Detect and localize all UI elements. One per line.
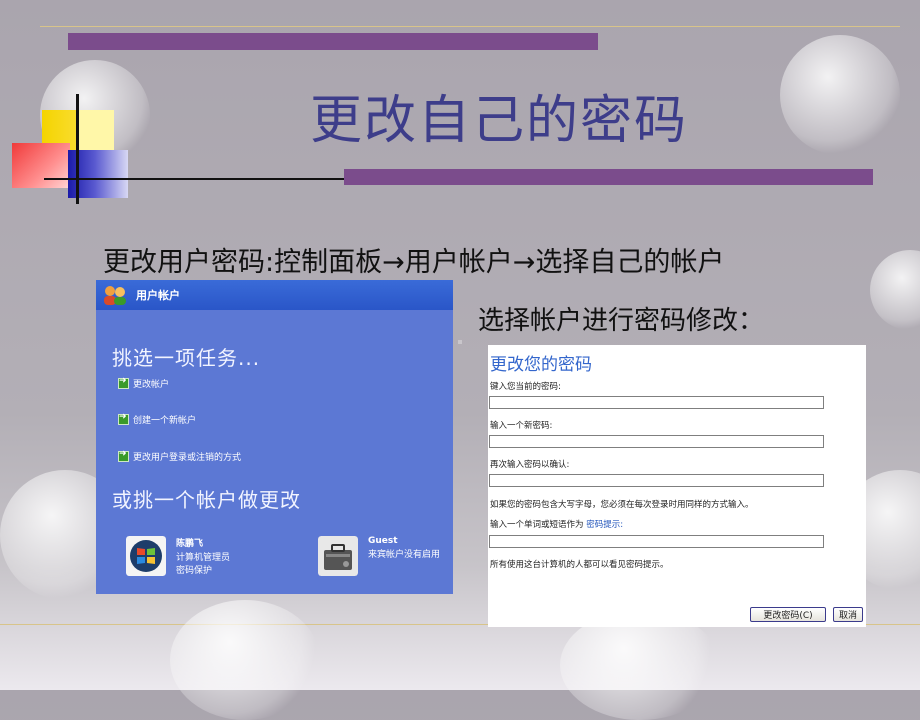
hint-label: 输入一个单词或短语作为	[490, 520, 584, 530]
account-name: Guest	[368, 536, 398, 546]
task-change-account[interactable]: 更改帐户	[118, 376, 170, 390]
briefcase-icon	[318, 536, 358, 576]
hint-label-row: 输入一个单词或短语作为 密码提示:	[490, 518, 623, 530]
arrow-right-icon	[118, 449, 129, 462]
users-icon	[104, 286, 126, 305]
task-label: 更改用户登录或注销的方式	[133, 453, 242, 463]
instruction-path: 更改用户密码:控制面板→用户帐户→选择自己的帐户	[103, 247, 725, 278]
arrow-right-icon	[118, 412, 129, 425]
task-create-account[interactable]: 创建一个新帐户	[118, 412, 197, 426]
task-label: 更改帐户	[133, 380, 170, 390]
confirm-password-input[interactable]	[489, 474, 824, 487]
account-guest[interactable]: Guest 来宾帐户没有启用	[318, 536, 440, 576]
confirm-password-label: 再次输入密码以确认:	[490, 460, 570, 470]
header-bar	[68, 33, 598, 50]
pick-task-heading: 挑选一项任务...	[112, 346, 261, 370]
title-underline-bar	[344, 169, 873, 185]
account-admin[interactable]: 陈鹏飞 计算机管理员 密码保护	[126, 536, 230, 576]
arrow-right-icon	[118, 376, 129, 389]
current-password-label: 键入您当前的密码:	[490, 382, 561, 392]
password-hint-input[interactable]	[489, 535, 824, 548]
account-status: 密码保护	[176, 566, 213, 576]
task-change-logon[interactable]: 更改用户登录或注销的方式	[118, 449, 242, 463]
new-password-input[interactable]	[489, 435, 824, 448]
cancel-button[interactable]: 取消	[833, 607, 863, 622]
change-password-button[interactable]: 更改密码(C)	[750, 607, 826, 622]
password-hint-link[interactable]: 密码提示:	[586, 520, 623, 530]
change-password-form: 更改您的密码 键入您当前的密码: 输入一个新密码: 再次输入密码以确认: 如果您…	[488, 345, 866, 627]
instruction-select-account: 选择帐户进行密码修改：	[478, 306, 765, 336]
window-title: 用户帐户	[136, 289, 180, 302]
window-header: 用户帐户	[96, 280, 453, 310]
bullet-dot	[458, 340, 462, 344]
account-name: 陈鹏飞	[176, 539, 204, 549]
new-password-label: 输入一个新密码:	[490, 421, 553, 431]
windows-logo-icon	[126, 536, 166, 576]
form-title: 更改您的密码	[490, 355, 592, 375]
account-type: 计算机管理员	[176, 553, 231, 563]
uppercase-note: 如果您的密码包含大写字母，您必须在每次登录时用同样的方式输入。	[490, 500, 754, 510]
current-password-input[interactable]	[489, 396, 824, 409]
account-status: 来宾帐户没有启用	[368, 550, 441, 560]
hint-visibility-note: 所有使用这台计算机的人都可以看见密码提示。	[490, 560, 669, 570]
pick-account-heading: 或挑一个帐户做更改	[112, 488, 301, 512]
task-label: 创建一个新帐户	[133, 416, 197, 426]
user-accounts-window: 用户帐户 挑选一项任务... 更改帐户 创建一个新帐户 更改用户登录或注销的方式…	[96, 280, 453, 594]
page-title: 更改自己的密码	[310, 91, 689, 151]
